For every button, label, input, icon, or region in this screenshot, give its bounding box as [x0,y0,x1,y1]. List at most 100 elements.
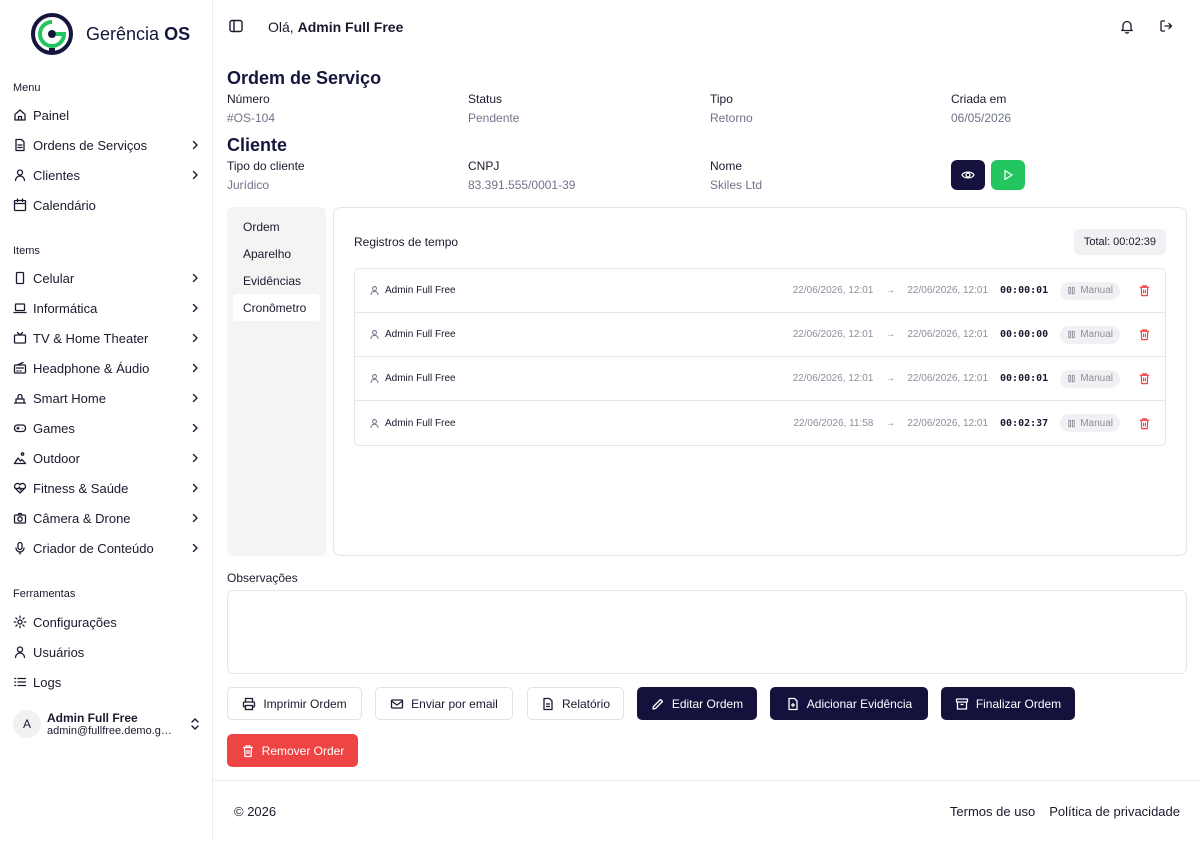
order-title: Ordem de Serviço [227,68,382,88]
total-time-badge: Total: 00:02:39 [1073,229,1166,255]
sidebar-item-configuracoes[interactable]: Configurações [13,607,201,637]
remove-order-button[interactable]: Remover Order [227,734,358,767]
field-label-status: Status [468,92,503,106]
print-order-button[interactable]: Imprimir Ordem [227,687,362,720]
edit-order-label: Editar Ordem [671,696,744,711]
trash-icon [242,744,253,757]
sidebar-item-label: Ordens de Serviços [33,137,148,153]
privacy-link[interactable]: Política de privacidade [1049,804,1180,819]
delete-record-button[interactable] [1138,372,1151,385]
sidebar-item-usuarios[interactable]: Usuários [13,637,201,667]
chevron-right-icon [192,453,198,463]
tab-aparelho[interactable]: Aparelho [233,240,320,267]
sidebar-item-criador-de-conteudo[interactable]: Criador de Conteúdo [13,533,201,563]
chevron-right-icon [192,393,198,403]
trash-icon [1139,329,1150,341]
user-icon [370,286,379,295]
sidebar-item-games[interactable]: Games [13,413,201,443]
observations-box[interactable] [227,590,1187,674]
pause-icon [1068,419,1075,427]
sidebar-item-clientes[interactable]: Clientes [13,160,201,190]
field-value-tipo: Retorno [710,111,753,125]
sidebar-item-headphone-audio[interactable]: Headphone & Áudio [13,353,201,383]
edit-order-button[interactable]: Editar Ordem [637,687,757,720]
logo-icon [31,13,73,55]
remove-order-label: Remover Order [261,743,345,758]
sidebar-item-calendario[interactable]: Calendário [13,190,201,220]
delete-record-button[interactable] [1138,284,1151,297]
pause-icon [1068,286,1075,295]
record-mode-badge: Manual [1060,369,1120,388]
tv-icon [13,331,27,345]
sidebar-item-logs[interactable]: Logs [13,667,201,697]
record-user: Admin Full Free [369,285,669,296]
view-client-button[interactable] [951,160,985,190]
user-menu[interactable]: A Admin Full Free admin@fullfree.demo.ge… [13,706,201,742]
field-label-numero: Número [227,92,270,106]
user-name: Admin Full Free [47,711,138,725]
logo[interactable]: Gerência OS [30,12,190,56]
sidebar-item-label: Celular [33,270,75,286]
items-section-title: Items [13,245,40,257]
sidebar-toggle-button[interactable] [229,19,243,33]
time-record-row: Admin Full Free 22/06/2026, 11:58 → 22/0… [355,401,1165,445]
sidebar-item-label: Clientes [33,167,80,183]
sidebar-item-informatica[interactable]: Informática [13,293,201,323]
tab-evidencias[interactable]: Evidências [233,267,320,294]
sidebar-item-label: Calendário [33,197,96,213]
tab-ordem[interactable]: Ordem [233,213,320,240]
sidebar-item-fitness-saude[interactable]: Fitness & Saúde [13,473,201,503]
sidebar-item-label: Usuários [33,644,85,660]
sidebar-item-label: Headphone & Áudio [33,360,150,376]
user-icon [13,168,27,182]
record-start: 22/06/2026, 11:58 [793,417,874,429]
report-button[interactable]: Relatório [527,687,624,720]
pencil-icon [652,698,663,710]
sidebar-item-painel[interactable]: Painel [13,100,201,130]
gamepad-icon [13,421,27,435]
tools-section-title: Ferramentas [13,588,76,600]
field-value-cnpj: 83.391.555/0001-39 [468,178,576,192]
sidebar-item-smart-home[interactable]: Smart Home [13,383,201,413]
record-user: Admin Full Free [369,329,669,340]
terms-link[interactable]: Termos de uso [950,804,1035,819]
record-end: 22/06/2026, 12:01 [907,417,989,429]
notifications-button[interactable] [1120,19,1134,34]
logo-text: Gerência OS [86,23,191,44]
send-email-button[interactable]: Enviar por email [375,687,513,720]
sidebar-item-outdoor[interactable]: Outdoor [13,443,201,473]
arrow-right-icon: → [885,417,896,429]
sidebar-item-ordens-de-servicos[interactable]: Ordens de Serviços [13,130,201,160]
start-timer-button[interactable] [991,160,1025,190]
add-evidence-button[interactable]: Adicionar Evidência [770,687,928,720]
menu-section-title: Menu [13,82,41,94]
heart-pulse-icon [13,481,27,495]
sidebar-item-celular[interactable]: Celular [13,263,201,293]
sidebar-item-camera-drone[interactable]: Câmera & Drone [13,503,201,533]
trash-icon [1139,373,1150,385]
tab-cronometro[interactable]: Cronômetro [233,294,320,321]
radio-icon [13,361,27,375]
chevron-right-icon [192,513,198,523]
delete-record-button[interactable] [1138,417,1151,430]
record-mode-label: Manual [1080,285,1113,296]
logout-icon [1160,20,1173,32]
field-label-cnpj: CNPJ [468,159,500,173]
greeting: Olá, Admin Full Free [268,19,404,35]
avatar: A [13,710,41,738]
record-user-name: Admin Full Free [385,285,456,296]
delete-record-button[interactable] [1138,328,1151,341]
arrow-right-icon: → [885,373,896,384]
chevron-right-icon [192,303,198,313]
time-records-title: Registros de tempo [354,235,459,249]
sidebar-item-tv-home-theater[interactable]: TV & Home Theater [13,323,201,353]
footer-links: Termos de uso Política de privacidade [950,804,1180,819]
outdoor-icon [13,451,27,465]
finish-order-label: Finalizar Ordem [975,696,1062,711]
record-end: 22/06/2026, 12:01 [907,373,989,384]
logout-button[interactable] [1159,19,1173,33]
list-icon [13,675,27,689]
finish-order-button[interactable]: Finalizar Ordem [941,687,1075,720]
sidebar-item-label: Criador de Conteúdo [33,540,154,556]
field-label-tipo-do-cliente: Tipo do cliente [227,159,305,173]
